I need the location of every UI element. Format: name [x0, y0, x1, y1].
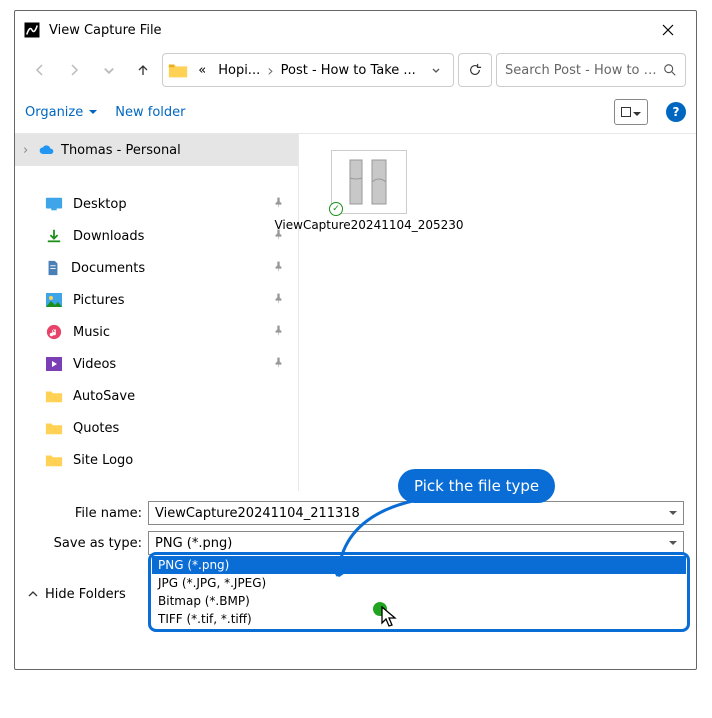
new-folder-button[interactable]: New folder: [115, 105, 185, 120]
saveastype-label: Save as type:: [27, 536, 142, 551]
pin-icon: [273, 357, 284, 372]
tree-item-quotes[interactable]: Quotes: [15, 412, 298, 444]
pin-icon: [273, 197, 284, 212]
tree-item-desktop[interactable]: Desktop: [15, 188, 298, 220]
breadcrumb-part[interactable]: Post - How to Take ...: [276, 60, 421, 81]
chevron-down-icon: [669, 506, 677, 521]
pin-icon: [273, 261, 284, 276]
tree-item-pictures[interactable]: Pictures: [15, 284, 298, 316]
view-mode-button[interactable]: [614, 99, 648, 125]
annotation-callout: Pick the file type: [398, 469, 555, 503]
chevron-up-icon: [27, 588, 39, 600]
search-placeholder: Search Post - How to Take a...: [505, 63, 657, 78]
file-thumbnail: [331, 150, 407, 214]
cloud-icon: [39, 142, 55, 158]
chevron-down-icon: [633, 103, 641, 122]
hide-folders-toggle[interactable]: Hide Folders: [27, 587, 126, 602]
help-button[interactable]: ?: [666, 102, 686, 122]
tree-item-videos[interactable]: Videos: [15, 348, 298, 380]
annotation-arrow: [332, 494, 472, 594]
app-icon: [23, 21, 41, 39]
chevron-down-icon: [669, 536, 677, 551]
pin-icon: [273, 325, 284, 340]
folder-tree[interactable]: › Thomas - Personal DesktopDownloadsDocu…: [15, 134, 299, 491]
close-button[interactable]: [648, 15, 688, 45]
chevron-right-icon: ›: [267, 61, 273, 80]
recent-dropdown-icon[interactable]: [94, 54, 124, 86]
file-item[interactable]: ✓ ViewCapture20241104_205230: [309, 150, 429, 234]
type-option[interactable]: Bitmap (*.BMP): [152, 592, 686, 610]
file-pane[interactable]: ✓ ViewCapture20241104_205230: [299, 134, 696, 491]
chevron-down-icon: [89, 105, 97, 120]
organize-menu[interactable]: Organize: [25, 105, 97, 120]
window-title: View Capture File: [49, 23, 648, 38]
filename-label: File name:: [27, 506, 142, 521]
breadcrumb[interactable]: « Hopi... › Post - How to Take ...: [162, 53, 454, 87]
back-button[interactable]: [25, 54, 55, 86]
breadcrumb-prefix[interactable]: «: [193, 60, 211, 81]
tree-item-downloads[interactable]: Downloads: [15, 220, 298, 252]
tree-item-personal[interactable]: › Thomas - Personal: [15, 134, 298, 166]
forward-button[interactable]: [59, 54, 89, 86]
breadcrumb-dropdown-icon[interactable]: [423, 65, 449, 75]
cursor-icon: [380, 605, 400, 633]
up-button[interactable]: [128, 54, 158, 86]
breadcrumb-part[interactable]: Hopi...: [213, 60, 265, 81]
tree-item-documents[interactable]: Documents: [15, 252, 298, 284]
pin-icon: [273, 293, 284, 308]
chevron-right-icon: ›: [23, 143, 33, 158]
search-input[interactable]: Search Post - How to Take a...: [496, 53, 686, 87]
search-icon: [663, 63, 677, 77]
tree-item-music[interactable]: Music: [15, 316, 298, 348]
tree-item-site-logo[interactable]: Site Logo: [15, 444, 298, 476]
check-icon: ✓: [329, 202, 343, 216]
pin-icon: [273, 229, 284, 244]
refresh-button[interactable]: [458, 53, 492, 87]
file-label: ViewCapture20241104_205230: [274, 218, 463, 234]
type-option[interactable]: TIFF (*.tif, *.tiff): [152, 610, 686, 628]
tree-item-autosave[interactable]: AutoSave: [15, 380, 298, 412]
folder-icon: [167, 59, 189, 81]
